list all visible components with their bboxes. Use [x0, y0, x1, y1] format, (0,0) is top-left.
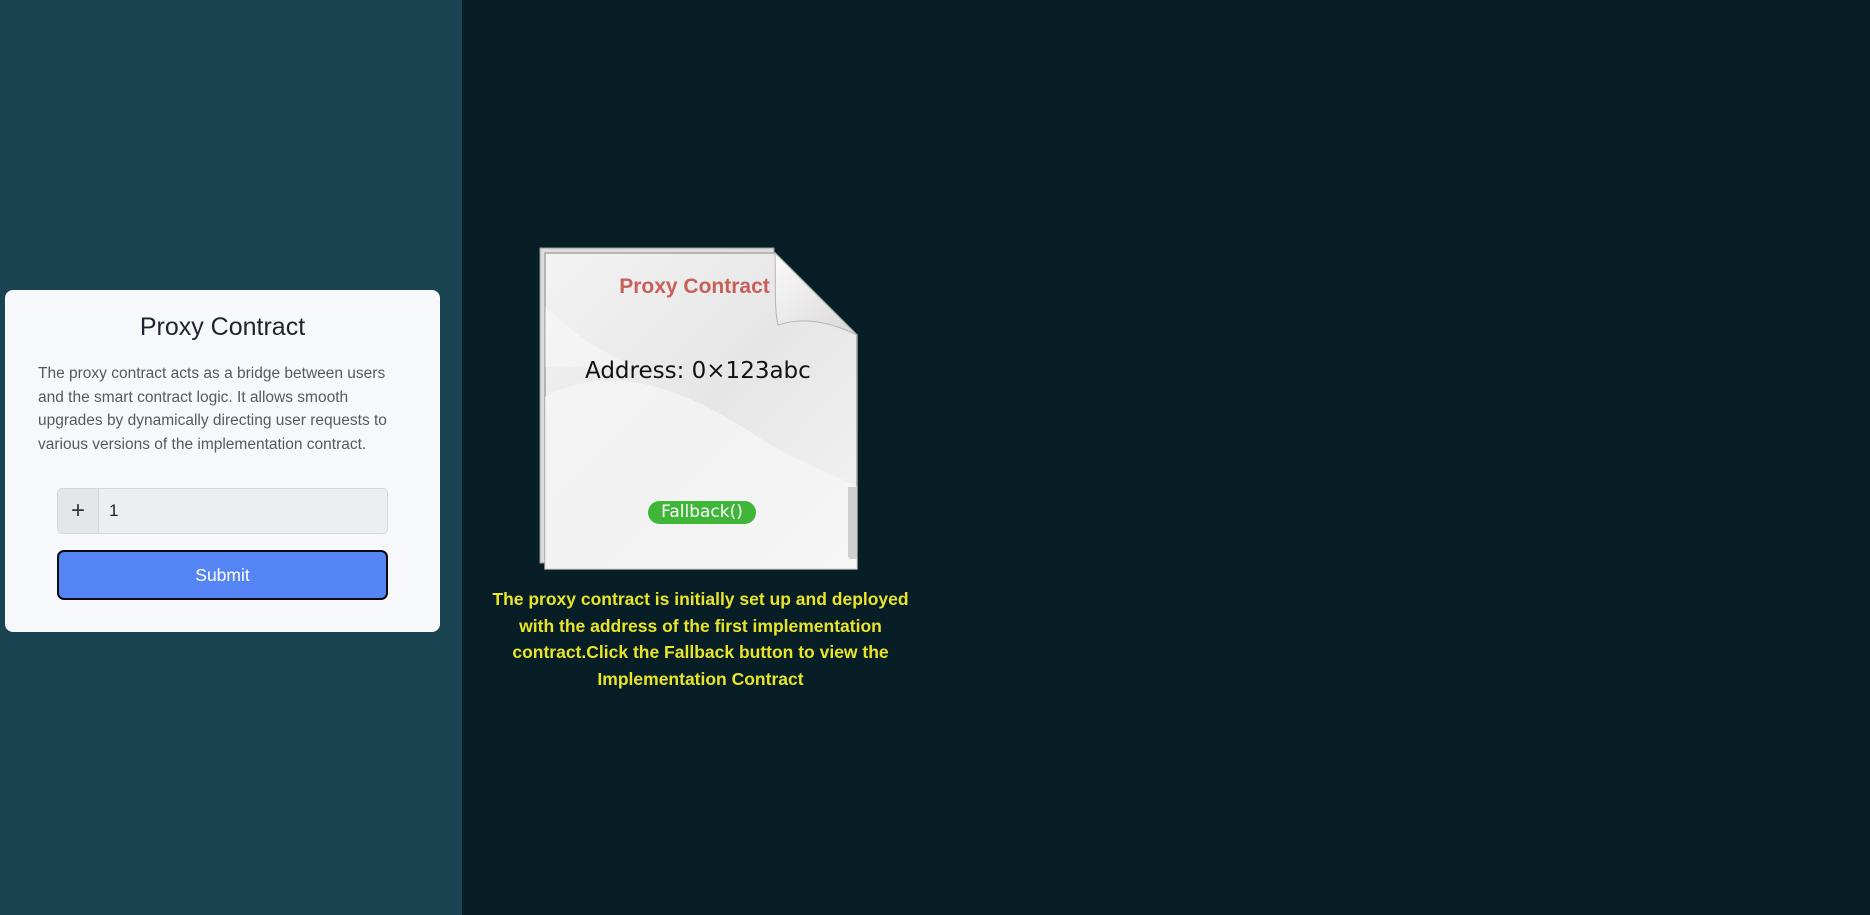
page: Proxy Contract The proxy contract acts a…	[0, 0, 1870, 915]
card-description: The proxy contract acts as a bridge betw…	[38, 365, 387, 453]
amount-input[interactable]	[99, 489, 387, 533]
contract-address: Address: 0×123abc	[585, 358, 811, 384]
instruction-caption: The proxy contract is initially set up a…	[492, 589, 909, 689]
plus-icon: +	[58, 489, 99, 533]
amount-input-group: +	[57, 488, 388, 534]
left-panel: Proxy Contract The proxy contract acts a…	[0, 0, 462, 915]
contract-document: Proxy Contract Address: 0×123abc Fallbac…	[538, 247, 858, 570]
submit-button[interactable]: Submit	[57, 550, 388, 600]
proxy-contract-card: Proxy Contract The proxy contract acts a…	[5, 290, 440, 632]
card-title: Proxy Contract	[139, 313, 306, 341]
fallback-button[interactable]: Fallback()	[648, 501, 756, 524]
document-title: Proxy Contract	[619, 275, 770, 298]
